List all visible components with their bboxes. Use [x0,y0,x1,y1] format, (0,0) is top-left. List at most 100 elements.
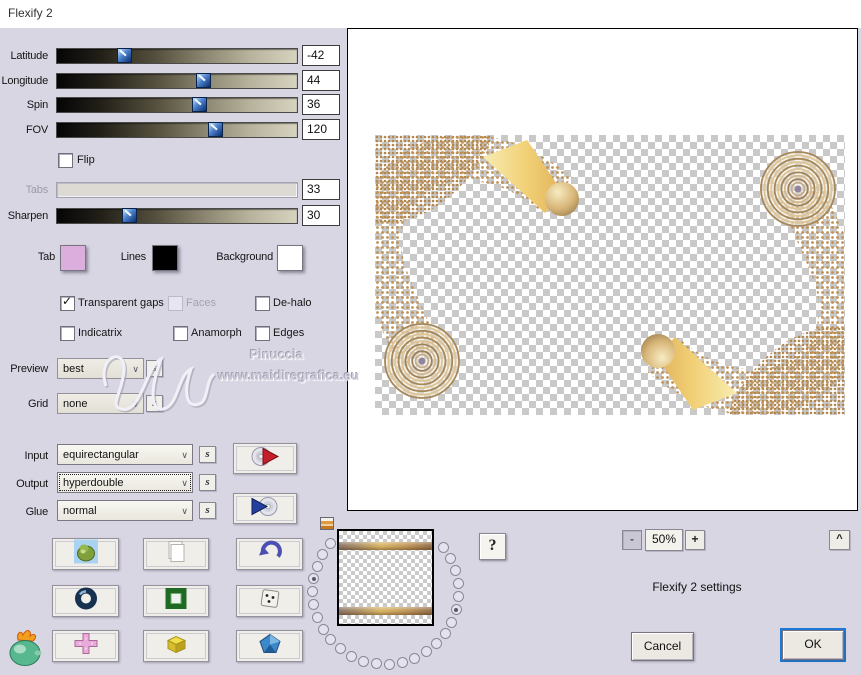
sharpen-slider-thumb[interactable] [122,208,137,223]
latitude-slider-thumb[interactable] [117,48,133,63]
preset-thumbnail[interactable] [337,529,434,626]
preset-dial-dot[interactable] [384,658,396,670]
preview-select-label: Preview [10,363,48,375]
glue-select-label: Glue [25,506,49,518]
longitude-label: Longitude [1,75,48,87]
spin-label: Spin [26,99,48,111]
latitude-value[interactable]: -42 [302,45,340,66]
longitude-value[interactable]: 44 [302,70,340,91]
preset-dial-dot[interactable] [439,628,451,640]
lines-color-swatch[interactable] [152,245,178,271]
fov-value[interactable]: 120 [302,119,340,140]
grid-select[interactable]: none ∨ [57,393,144,414]
help-button[interactable]: ? [479,533,506,560]
grid-select-label: Grid [28,398,48,410]
sharpen-label: Sharpen [7,210,48,222]
title-bar: Flexify 2 [0,0,861,28]
box-button[interactable] [143,630,209,662]
preview-select[interactable]: best ∨ [57,358,144,379]
edges-checkbox[interactable] [255,326,270,341]
pink-cross-icon [73,632,99,661]
spin-slider[interactable] [56,97,298,113]
spin-slider-thumb[interactable] [191,97,207,112]
background-color-swatch[interactable] [277,245,303,271]
tabs-slider [56,182,298,198]
preset-dial-dot[interactable] [317,623,329,635]
flip-checkbox[interactable] [58,153,73,168]
preset-dial-dot[interactable] [345,650,357,662]
yellow-box-icon [163,633,189,660]
longitude-slider[interactable] [56,73,298,89]
ring-icon [74,587,98,616]
output-select[interactable]: hyperdouble ∨ [57,472,193,493]
flaming-pear-logo-icon[interactable] [4,626,48,675]
de-halo-label: De-halo [273,297,312,309]
flexify-dialog: Flexify 2 Latitude -42 Longitude 44 Spin… [0,0,861,675]
glue-select[interactable]: normal ∨ [57,500,193,521]
anamorph-label: Anamorph [191,327,242,339]
latitude-slider[interactable] [56,48,298,64]
ring-button[interactable] [52,585,119,617]
preview-mode-button[interactable] [52,538,119,570]
preview-image [375,135,845,415]
spin-value[interactable]: 36 [302,94,340,115]
preview-select-value: best [63,363,84,375]
grid-s-button[interactable]: s [146,395,163,412]
preset-dial-dot[interactable] [358,655,370,667]
blue-pentagon-icon [258,633,282,660]
load-settings-button[interactable] [233,493,297,524]
ok-button[interactable]: OK [782,630,844,660]
cancel-button[interactable]: Cancel [631,632,694,661]
input-s-button[interactable]: s [199,446,216,463]
zoom-level: 50% [645,529,683,551]
preset-dial-dot[interactable] [324,538,336,550]
output-select-value: hyperdouble [63,477,124,489]
preset-dial-dot[interactable] [446,616,458,628]
preset-dial-dot[interactable] [397,656,409,668]
input-select[interactable]: equirectangular ∨ [57,444,193,465]
copy-button[interactable] [143,538,209,570]
lines-color-label: Lines [120,251,147,263]
anamorph-checkbox[interactable] [173,326,188,341]
dice-icon [258,587,282,616]
preset-mini-icon[interactable] [320,517,334,530]
de-halo-checkbox[interactable] [255,296,270,311]
thumbnail-stripe [339,542,432,550]
preset-dial-dot[interactable] [311,560,323,572]
edges-label: Edges [273,327,305,339]
glue-s-button[interactable]: s [199,502,216,519]
tab-color-label: Tab [37,251,55,263]
copy-icon [165,540,187,569]
indicatrix-checkbox[interactable] [60,326,75,341]
longitude-slider-thumb[interactable] [196,73,212,88]
collapse-button[interactable]: ^ [829,530,850,550]
tiling-button[interactable] [52,630,119,662]
chevron-down-icon: ∨ [181,478,188,488]
output-select-label: Output [16,478,48,490]
preset-dial-dot[interactable] [450,604,462,616]
faces-label: Faces [186,297,216,309]
preset-dial-dot[interactable] [317,548,329,560]
fov-slider-thumb[interactable] [208,122,224,137]
fov-label: FOV [25,124,48,136]
crystal-button[interactable] [236,630,303,662]
frame-button[interactable] [143,585,209,617]
undo-button[interactable] [236,538,303,570]
window-title: Flexify 2 [8,6,53,20]
random-button[interactable] [236,585,303,617]
fov-slider[interactable] [56,122,298,138]
sharpen-slider[interactable] [56,208,298,224]
preview-s-button[interactable]: s [146,360,163,377]
faces-checkbox [168,296,183,311]
zoom-in-button[interactable]: + [685,530,705,550]
save-settings-button[interactable] [233,443,297,474]
preset-dial-dot[interactable] [311,612,323,624]
output-s-button[interactable]: s [199,474,216,491]
preset-dial-dot[interactable] [452,578,464,590]
disc-blue-arrow-icon [250,495,280,522]
tab-color-swatch[interactable] [60,245,86,271]
zoom-out-button[interactable]: - [622,530,642,550]
tabs-value[interactable]: 33 [302,179,340,200]
transparent-gaps-checkbox[interactable] [60,294,75,311]
sharpen-value[interactable]: 30 [302,205,340,226]
